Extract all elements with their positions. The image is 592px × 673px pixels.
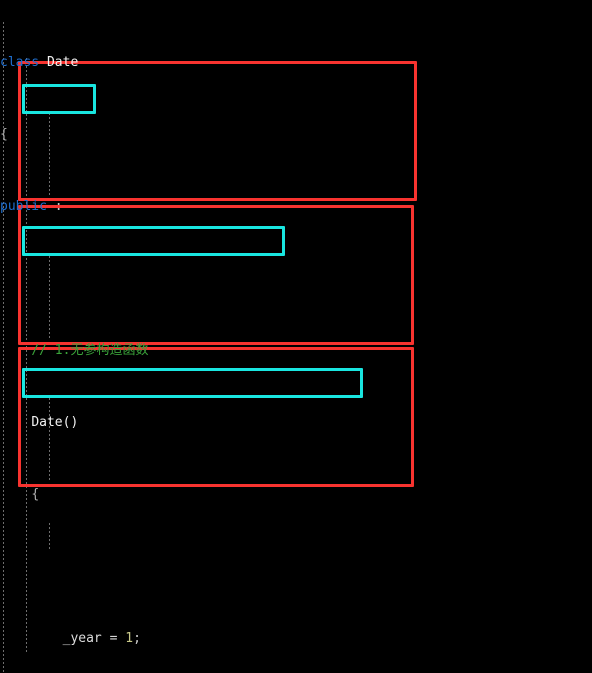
class-name-date: Date [46,55,79,70]
code-line-9: _year = 1; [0,630,592,648]
code-editor-screenshot: class Date { public : // 1.无参构造函数 Date()… [0,0,592,673]
ctor1-open-brace: { [31,487,40,502]
code-line-5: // 1.无参构造函数 [0,342,592,360]
code-line-7: { [0,486,592,504]
code-line-1: class Date [0,54,592,72]
semicolon-1: ; [133,631,141,646]
member-year-assign-1: _year [62,631,102,646]
code-line-6: Date() [0,414,592,432]
code-line-8-blank [0,558,592,576]
keyword-class: class [0,55,40,70]
code-line-2: { [0,126,592,144]
keyword-public: public [0,199,47,214]
code-line-3: public : [0,198,592,216]
public-colon: : [54,199,63,214]
source-code[interactable]: class Date { public : // 1.无参构造函数 Date()… [0,0,592,673]
ctor-default-signature: Date() [31,415,79,430]
literal-one-1: 1 [125,631,134,646]
class-open-brace: { [0,127,8,142]
code-line-4-blank [0,270,592,288]
comment-1: // 1.无参构造函数 [31,343,149,358]
